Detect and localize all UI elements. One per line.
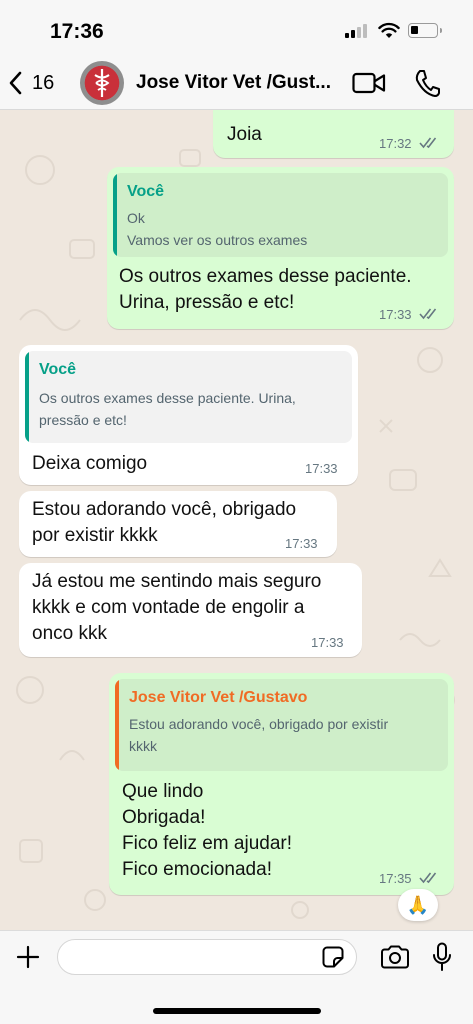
status-time: 17:36 bbox=[50, 20, 104, 43]
message-bubble-outgoing[interactable]: Joia 17:32 bbox=[213, 110, 454, 158]
message-time: 17:33 bbox=[285, 536, 318, 551]
quote-accent-bar bbox=[115, 679, 119, 771]
quote-author: Você bbox=[39, 361, 77, 378]
chat-screen: 17:36 16 Jose Vitor Vet /Gust... Joia 17… bbox=[0, 0, 473, 1024]
back-button[interactable]: 16 bbox=[8, 68, 54, 98]
quote-author: Jose Vitor Vet /Gustavo bbox=[129, 689, 308, 706]
contact-name[interactable]: Jose Vitor Vet /Gust... bbox=[136, 72, 346, 94]
quote-text: Os outros exames desse paciente. Urina, … bbox=[39, 390, 296, 428]
contact-avatar[interactable] bbox=[80, 61, 124, 105]
message-time: 17:33 bbox=[379, 307, 412, 322]
message-bubble-incoming[interactable]: Já estou me sentindo mais seguro kkkk e … bbox=[19, 563, 362, 657]
battery-icon bbox=[408, 23, 442, 38]
message-text: Já estou me sentindo mais seguro kkkk e … bbox=[32, 571, 322, 644]
chat-header: 16 Jose Vitor Vet /Gust... bbox=[0, 56, 473, 110]
quote-text: Estou adorando você, obrigado por existi… bbox=[129, 716, 389, 754]
unread-count: 16 bbox=[32, 71, 55, 94]
camera-icon[interactable] bbox=[380, 945, 410, 969]
message-time: 17:33 bbox=[305, 461, 338, 476]
status-bar: 17:36 bbox=[0, 0, 473, 56]
cellular-signal-icon bbox=[345, 24, 369, 38]
phone-icon[interactable] bbox=[414, 69, 440, 97]
quoted-message[interactable]: Jose Vitor Vet /Gustavo Estou adorando v… bbox=[115, 679, 448, 771]
message-bubble-incoming[interactable]: Você Os outros exames desse paciente. Ur… bbox=[19, 345, 358, 485]
read-receipt-icon bbox=[419, 308, 437, 320]
message-bubble-outgoing[interactable]: Você Ok Vamos ver os outros exames Os ou… bbox=[107, 167, 454, 329]
quote-accent-bar bbox=[25, 351, 29, 443]
quote-author: Você bbox=[127, 183, 165, 200]
read-receipt-icon bbox=[419, 872, 437, 884]
plus-icon[interactable] bbox=[16, 945, 40, 969]
video-call-icon[interactable] bbox=[352, 72, 386, 94]
wifi-icon bbox=[378, 22, 400, 38]
message-bubble-incoming[interactable]: Estou adorando você, obrigado por existi… bbox=[19, 491, 337, 557]
message-composer bbox=[0, 930, 473, 1024]
microphone-icon[interactable] bbox=[432, 942, 452, 972]
message-bubble-outgoing[interactable]: Jose Vitor Vet /Gustavo Estou adorando v… bbox=[109, 673, 454, 895]
message-time: 17:32 bbox=[379, 136, 412, 151]
quoted-message[interactable]: Você Os outros exames desse paciente. Ur… bbox=[25, 351, 352, 443]
message-text: Joia bbox=[227, 124, 262, 145]
quote-accent-bar bbox=[113, 173, 117, 257]
message-text: Deixa comigo bbox=[32, 453, 148, 474]
chevron-left-icon bbox=[9, 71, 22, 95]
message-text: Estou adorando você, obrigado por existi… bbox=[32, 499, 297, 546]
message-text: Que lindo Obrigada! Fico feliz em ajudar… bbox=[122, 781, 293, 880]
message-time: 17:35 bbox=[379, 871, 412, 886]
quoted-message[interactable]: Você Ok Vamos ver os outros exames bbox=[113, 173, 448, 257]
message-reaction[interactable]: 🙏 bbox=[398, 889, 438, 921]
message-time: 17:33 bbox=[311, 635, 344, 650]
quote-text: Ok Vamos ver os outros exames bbox=[127, 210, 308, 248]
caduceus-logo bbox=[94, 69, 110, 97]
sticker-icon[interactable] bbox=[322, 946, 344, 968]
read-receipt-icon bbox=[419, 137, 437, 149]
home-indicator bbox=[153, 1008, 321, 1014]
message-text: Os outros exames desse paciente. Urina, … bbox=[119, 266, 412, 313]
message-input[interactable] bbox=[57, 939, 357, 975]
